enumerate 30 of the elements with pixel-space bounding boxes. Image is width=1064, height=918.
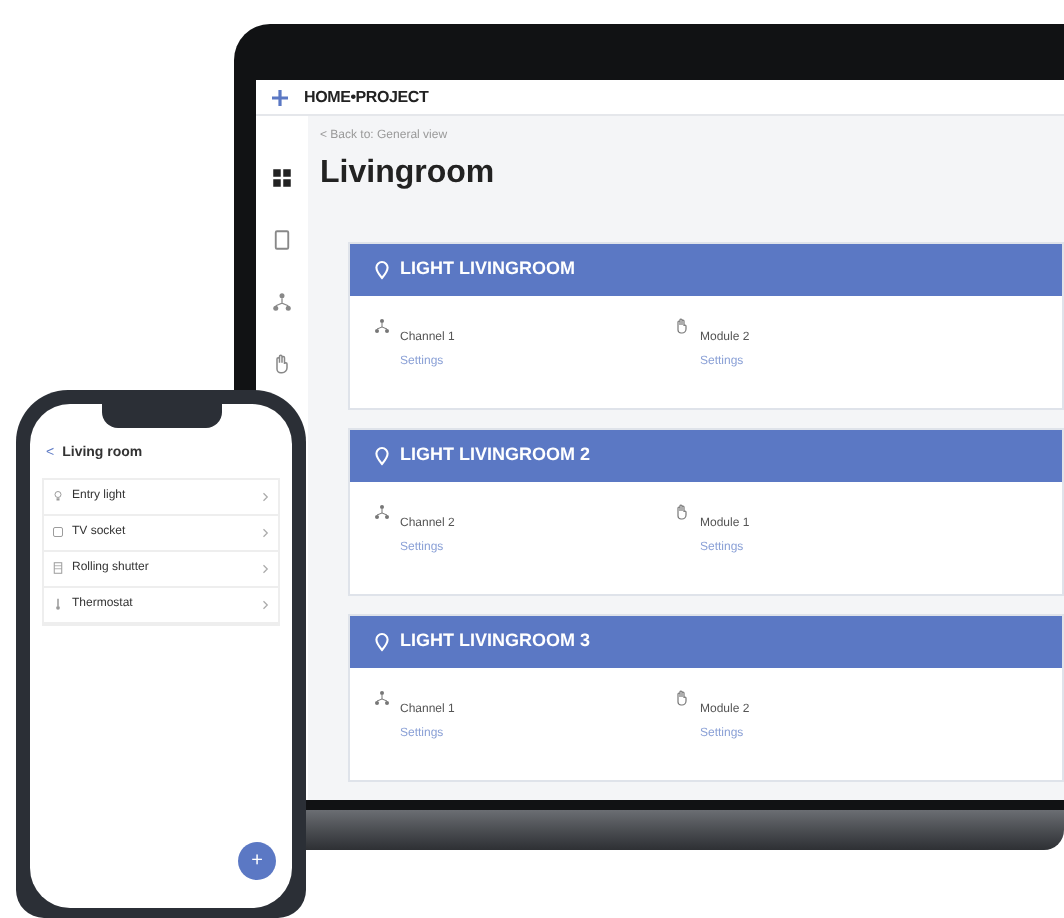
- shutter-icon: [52, 562, 64, 574]
- chevron-icon: [262, 563, 270, 573]
- grid-icon: [272, 168, 292, 188]
- pin-icon: [374, 260, 390, 280]
- nodes-icon: [374, 318, 390, 334]
- app-logo: HOME•PROJECT: [304, 85, 429, 109]
- chevron-icon: [262, 599, 270, 609]
- thermometer-icon: [52, 598, 64, 610]
- square-icon: [52, 526, 64, 538]
- hand-icon: [674, 690, 690, 706]
- bulb-icon: [52, 490, 64, 502]
- hand-icon: [674, 318, 690, 334]
- document-icon: [272, 230, 292, 250]
- nav-button[interactable]: [268, 164, 296, 192]
- chevron-icon: [262, 491, 270, 501]
- card-title: LIGHT LIVINGROOM 2: [400, 442, 591, 469]
- nodes-icon: [374, 690, 390, 706]
- chevron-icon: [262, 527, 270, 537]
- pin-icon: [374, 632, 390, 652]
- plus-icon[interactable]: [272, 89, 288, 105]
- hand-icon: [674, 504, 690, 520]
- nodes-icon: [272, 292, 292, 312]
- phone-notch: [101, 404, 221, 428]
- add-button[interactable]: +: [238, 842, 276, 880]
- card-title: LIGHT LIVINGROOM 3: [400, 628, 591, 655]
- nodes-icon: [374, 504, 390, 520]
- hand-icon: [272, 354, 292, 374]
- page-title: Livingroom: [320, 158, 497, 190]
- card-title: LIGHT LIVINGROOM: [400, 256, 575, 283]
- pin-icon: [374, 446, 390, 466]
